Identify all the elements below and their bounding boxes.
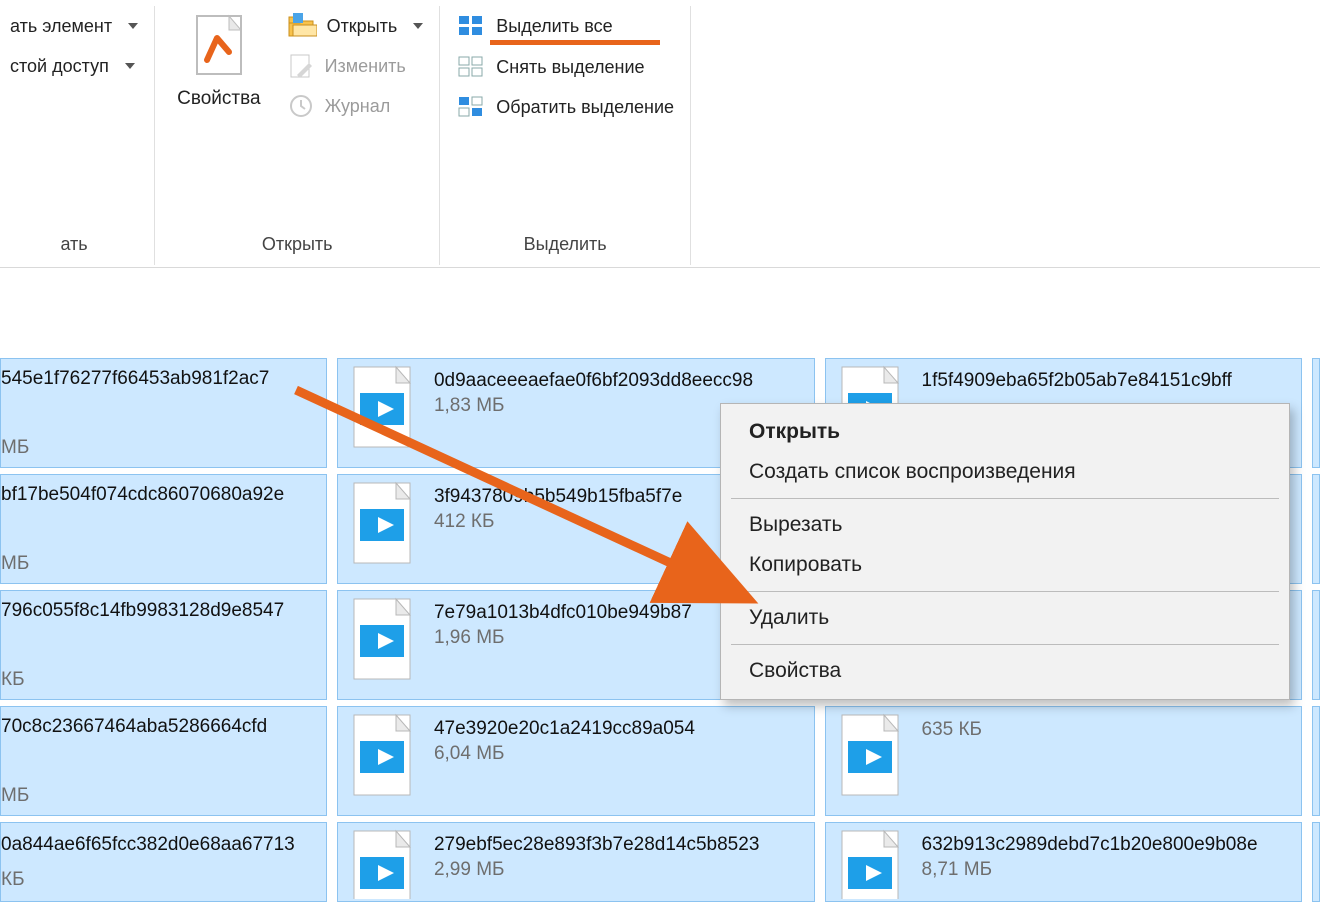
file-tile[interactable]: 47e3920e20c1a2419cc89a054 6,04 МБ: [337, 706, 815, 816]
file-size: 2,99 МБ: [434, 859, 759, 881]
context-menu: Открыть Создать список воспроизведения В…: [720, 403, 1290, 700]
file-size: 635 КБ: [922, 719, 983, 741]
file-name: 545e1f76277f66453ab981f2ac7: [1, 367, 269, 391]
file-name: 0a844ae6f65fcc382d0e68aa67713: [1, 833, 295, 857]
video-file-icon: [344, 481, 422, 567]
video-file-icon: [832, 829, 910, 899]
dropdown-caret-icon: [125, 63, 135, 69]
file-size: КБ: [1, 669, 25, 691]
file-tile[interactable]: 279ebf5ec28e893f3b7e28d14c5b8523 2,99 МБ: [337, 822, 815, 902]
file-tile[interactable]: 632b913c2989debd7c1b20e800e9b08e 8,71 МБ: [825, 822, 1303, 902]
deselect-button[interactable]: Снять выделение: [448, 47, 682, 87]
ribbon-group-create-label: ать: [60, 234, 87, 259]
ribbon-group-create: ать элемент стой доступ ать: [2, 6, 154, 265]
edit-label: Изменить: [325, 56, 406, 77]
file-name: 632b913c2989debd7c1b20e800e9b08e: [922, 833, 1258, 857]
properties-icon: [191, 12, 247, 80]
file-name: 1f5f4909eba65f2b05ab7e84151c9bff: [922, 369, 1232, 393]
video-file-icon: [344, 713, 422, 799]
file-tile[interactable]: 635 КБ: [825, 706, 1303, 816]
file-tile[interactable]: 545e1f76277f66453ab981f2ac7 МБ: [0, 358, 327, 468]
context-menu-separator: [731, 591, 1279, 592]
annotation-underline: [490, 40, 660, 45]
history-icon: [287, 93, 315, 119]
file-tile[interactable]: 796c055f8c14fb9983128d9e8547 КБ: [0, 590, 327, 700]
file-row: 70c8c23667464aba5286664cfd МБ 47e3920e20…: [0, 706, 1320, 816]
file-tile[interactable]: [1312, 822, 1320, 902]
file-size: 8,71 МБ: [922, 859, 1258, 881]
edit-icon: [287, 53, 315, 79]
ribbon-toolbar: ать элемент стой доступ ать Свойства: [0, 0, 1320, 268]
new-item-label: ать элемент: [10, 16, 112, 37]
ribbon-group-select-label: Выделить: [524, 234, 607, 259]
select-all-label: Выделить все: [496, 16, 612, 37]
file-name: 0d9aaceeeaefae0f6bf2093dd8eecc98: [434, 369, 753, 393]
video-file-icon: [344, 597, 422, 683]
video-file-icon: [344, 829, 422, 899]
file-size: 6,04 МБ: [434, 743, 695, 765]
file-name: 796c055f8c14fb9983128d9e8547: [1, 599, 284, 623]
ribbon-group-open-label: Открыть: [262, 234, 333, 259]
file-size: МБ: [1, 785, 29, 807]
edit-button[interactable]: Изменить: [279, 46, 432, 86]
file-name: 47e3920e20c1a2419cc89a054: [434, 717, 695, 741]
ribbon-group-select: Выделить все Снять выделение: [439, 6, 690, 265]
history-button[interactable]: Журнал: [279, 86, 432, 126]
ribbon-group-open: Свойства Открыть: [154, 6, 439, 265]
file-size: МБ: [1, 553, 29, 575]
dropdown-caret-icon: [128, 23, 138, 29]
properties-button[interactable]: Свойства: [163, 6, 274, 116]
invert-selection-button[interactable]: Обратить выделение: [448, 87, 682, 127]
properties-label: Свойства: [177, 88, 260, 110]
select-all-icon: [456, 13, 486, 39]
file-tile[interactable]: 70c8c23667464aba5286664cfd МБ: [0, 706, 327, 816]
invert-selection-label: Обратить выделение: [496, 97, 674, 118]
dropdown-caret-icon: [413, 23, 423, 29]
history-label: Журнал: [325, 96, 391, 117]
file-size: 1,83 МБ: [434, 395, 753, 417]
open-label: Открыть: [327, 16, 398, 37]
context-menu-separator: [731, 644, 1279, 645]
video-file-icon: [344, 365, 422, 451]
file-tile[interactable]: 0a844ae6f65fcc382d0e68aa67713 КБ: [0, 822, 327, 902]
invert-selection-icon: [456, 94, 486, 120]
context-menu-properties[interactable]: Свойства: [721, 651, 1289, 691]
file-tile[interactable]: bf17be504f074cdc86070680a92e МБ: [0, 474, 327, 584]
file-name: 7e79a1013b4dfc010be949b87: [434, 601, 692, 625]
context-menu-create-playlist[interactable]: Создать список воспроизведения: [721, 452, 1289, 492]
context-menu-delete[interactable]: Удалить: [721, 598, 1289, 638]
file-name: 279ebf5ec28e893f3b7e28d14c5b8523: [434, 833, 759, 857]
file-size: МБ: [1, 437, 29, 459]
easy-access-label: стой доступ: [10, 56, 109, 77]
file-row: 0a844ae6f65fcc382d0e68aa67713 КБ 279ebf5…: [0, 822, 1320, 902]
open-button[interactable]: Открыть: [279, 6, 432, 46]
file-size: 1,96 МБ: [434, 627, 692, 649]
file-tile[interactable]: [1312, 590, 1320, 700]
file-name: bf17be504f074cdc86070680a92e: [1, 483, 284, 507]
file-name: 3f9437809b5b549b15fba5f7e: [434, 485, 682, 509]
file-tile[interactable]: [1312, 706, 1320, 816]
file-size: 412 КБ: [434, 511, 682, 533]
file-name: 70c8c23667464aba5286664cfd: [1, 715, 267, 739]
easy-access-button[interactable]: стой доступ: [2, 46, 146, 86]
file-tile[interactable]: [1312, 358, 1320, 468]
deselect-label: Снять выделение: [496, 57, 644, 78]
video-file-icon: [832, 713, 910, 799]
file-size: КБ: [1, 869, 25, 891]
new-item-button[interactable]: ать элемент: [2, 6, 146, 46]
deselect-icon: [456, 54, 486, 80]
file-tile[interactable]: [1312, 474, 1320, 584]
folder-open-icon: [287, 13, 317, 39]
context-menu-separator: [731, 498, 1279, 499]
context-menu-copy[interactable]: Копировать: [721, 545, 1289, 585]
context-menu-open[interactable]: Открыть: [721, 412, 1289, 452]
context-menu-cut[interactable]: Вырезать: [721, 505, 1289, 545]
